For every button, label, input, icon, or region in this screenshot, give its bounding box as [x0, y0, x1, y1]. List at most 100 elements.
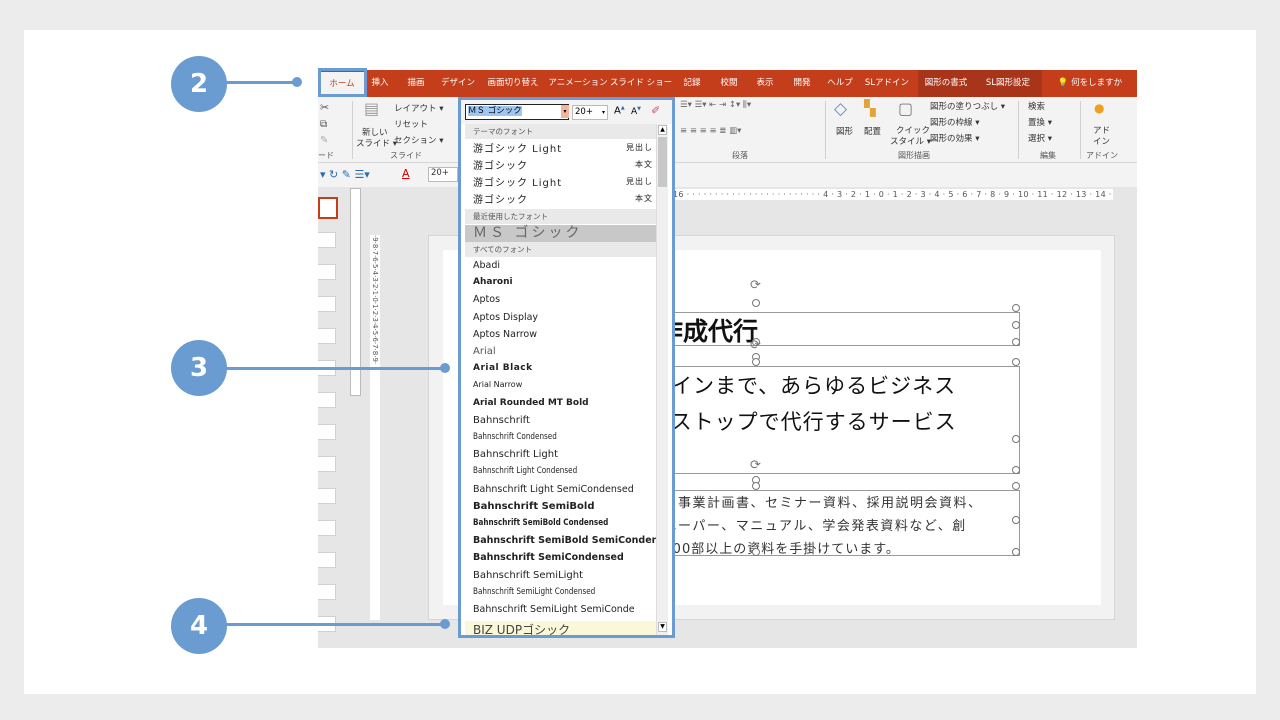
tab-1[interactable]: 挿入	[371, 70, 388, 97]
slide-thumbnail[interactable]	[318, 584, 336, 600]
font-item[interactable]: Arial Rounded MT Bold	[473, 398, 653, 408]
font-list-scrollbar[interactable]: ▲ ▼	[656, 124, 668, 635]
scroll-up-icon[interactable]: ▲	[658, 125, 667, 135]
font-item[interactable]: Arial	[473, 346, 653, 357]
layout-button[interactable]: レイアウト ▾	[394, 102, 443, 114]
resize-handle[interactable]	[1012, 482, 1020, 490]
find-button[interactable]: 検索	[1028, 100, 1045, 112]
format-painter-icon[interactable]: ✎	[320, 135, 328, 146]
font-item[interactable]: 游ゴシック Light 見出し	[473, 140, 653, 155]
font-item-recent[interactable]: ＭＳ ゴシック	[465, 225, 656, 242]
resize-handle[interactable]	[1012, 435, 1020, 443]
resize-handle[interactable]	[752, 482, 760, 490]
shape-fill-button[interactable]: 図形の塗りつぶし ▾	[930, 100, 1005, 112]
slide-thumbnail[interactable]	[318, 424, 336, 440]
tab-13[interactable]: 図形の書式	[925, 70, 968, 97]
tab-3[interactable]: デザイン	[441, 70, 475, 97]
rotate-handle-icon[interactable]: ⟳	[750, 458, 761, 473]
font-item[interactable]: Bahnschrift	[473, 415, 653, 426]
font-item[interactable]: 游ゴシック 本文	[473, 157, 653, 172]
font-name-input[interactable]: ＭＳ ゴシック ▾	[465, 104, 569, 120]
font-size-box[interactable]: 20+	[428, 167, 458, 182]
slide-thumbnail[interactable]	[318, 488, 336, 504]
reset-button[interactable]: リセット	[394, 118, 428, 130]
font-item[interactable]: Aharoni	[473, 277, 653, 287]
tab-5[interactable]: アニメーション	[548, 70, 607, 97]
addin-icon[interactable]: ●	[1094, 101, 1104, 115]
arrange-button[interactable]: 配置	[864, 125, 881, 137]
resize-handle[interactable]	[752, 548, 760, 556]
tab-6[interactable]: スライド ショー	[610, 70, 672, 97]
shapes-button[interactable]: 図形	[836, 125, 853, 137]
selected-slide-thumbnail[interactable]	[318, 197, 338, 219]
font-item[interactable]: Arial Narrow	[473, 380, 653, 389]
shrink-font-icon[interactable]: A▼	[631, 106, 641, 117]
tab-15[interactable]: 💡 何をしますか	[1058, 70, 1122, 97]
slide-thumbnail[interactable]	[318, 456, 336, 472]
resize-handle[interactable]	[1012, 516, 1020, 524]
font-item[interactable]: Aptos	[473, 294, 653, 305]
quick-style-dropdown[interactable]: スタイル ▾	[890, 135, 931, 147]
tab-12[interactable]: SLアドイン	[865, 70, 909, 97]
scroll-down-icon[interactable]: ▼	[658, 622, 667, 632]
shape-effects-button[interactable]: 図形の効果 ▾	[930, 132, 979, 144]
slide-thumbnail[interactable]	[318, 520, 336, 536]
font-dropdown-arrow-icon[interactable]: ▾	[561, 105, 569, 118]
align-icons[interactable]: ≡ ≡ ≡ ≡ ≣ ▥▾	[680, 126, 741, 136]
shape-outline-button[interactable]: 図形の枠線 ▾	[930, 116, 979, 128]
cut-icon[interactable]: ✂	[320, 101, 329, 114]
section-button[interactable]: セクション ▾	[394, 134, 443, 146]
font-item[interactable]: Aptos Narrow	[473, 329, 653, 340]
font-item[interactable]: Bahnschrift SemiLight	[473, 570, 653, 581]
resize-handle[interactable]	[1012, 548, 1020, 556]
shapes-icon[interactable]: ◇	[834, 99, 847, 119]
font-item[interactable]: Bahnschrift Light	[473, 449, 653, 460]
resize-handle[interactable]	[1012, 466, 1020, 474]
rotate-handle-icon[interactable]: ⟳	[750, 278, 761, 293]
resize-handle[interactable]	[752, 358, 760, 366]
tab-7[interactable]: 記録	[683, 70, 700, 97]
slide-thumbnail[interactable]	[318, 552, 336, 568]
replace-button[interactable]: 置換 ▾	[1028, 116, 1052, 128]
clear-formatting-icon[interactable]: ✐	[651, 104, 660, 117]
rotate-handle-icon[interactable]: ⟳	[750, 338, 761, 353]
arrange-icon[interactable]: ▚	[864, 99, 876, 117]
font-item[interactable]: Abadi	[473, 260, 653, 271]
slide-thumbnail[interactable]	[318, 296, 336, 312]
font-item[interactable]: Bahnschrift SemiCondensed	[473, 552, 653, 563]
tab-11[interactable]: ヘルプ	[827, 70, 853, 97]
resize-handle[interactable]	[752, 299, 760, 307]
redo-icon[interactable]: ▾ ↻ ✎ ☰▾	[320, 168, 370, 181]
font-item[interactable]: Bahnschrift SemiLight Condensed	[473, 587, 626, 597]
font-item[interactable]: Aptos Display	[473, 312, 653, 323]
quick-style-icon[interactable]: ▢	[898, 99, 913, 118]
font-color-icon[interactable]: A	[402, 167, 410, 180]
grow-font-icon[interactable]: A▲	[614, 105, 625, 116]
slide-thumbnail[interactable]	[318, 264, 336, 280]
slide-thumbnail[interactable]	[318, 392, 336, 408]
resize-handle[interactable]	[1012, 321, 1020, 329]
font-item[interactable]: 游ゴシック Light 見出し	[473, 174, 653, 189]
tab-10[interactable]: 開発	[793, 70, 810, 97]
font-item[interactable]: Bahnschrift SemiBold	[473, 501, 653, 512]
font-item[interactable]: Arial Black	[473, 363, 653, 373]
bullet-list-icons[interactable]: ☰▾ ☰▾ ⇤ ⇥ ↕▾ ⫼▾	[680, 100, 751, 110]
thumbnail-scrollbar[interactable]	[350, 188, 361, 396]
font-item[interactable]: Bahnschrift SemiBold SemiConden	[473, 535, 656, 546]
font-item[interactable]: Bahnschrift SemiBold Condensed	[473, 518, 626, 528]
font-item[interactable]: Bahnschrift SemiLight SemiConde	[473, 604, 653, 615]
font-item[interactable]: BIZ UDPゴシック	[465, 621, 656, 635]
font-item[interactable]: Bahnschrift Condensed	[473, 432, 626, 442]
slide-thumbnail[interactable]	[318, 328, 336, 344]
resize-handle[interactable]	[1012, 358, 1020, 366]
tab-14[interactable]: SL図形設定	[986, 70, 1030, 97]
font-item[interactable]: Bahnschrift Light SemiCondensed	[473, 484, 653, 495]
select-button[interactable]: 選択 ▾	[1028, 132, 1052, 144]
tab-9[interactable]: 表示	[756, 70, 773, 97]
resize-handle[interactable]	[1012, 338, 1020, 346]
scroll-thumb[interactable]	[658, 137, 667, 187]
font-size-input[interactable]: 20+ ▾	[572, 105, 608, 120]
font-item[interactable]: Bahnschrift Light Condensed	[473, 466, 626, 476]
slide-thumbnail[interactable]	[318, 232, 336, 248]
tab-4[interactable]: 画面切り替え	[487, 70, 538, 97]
